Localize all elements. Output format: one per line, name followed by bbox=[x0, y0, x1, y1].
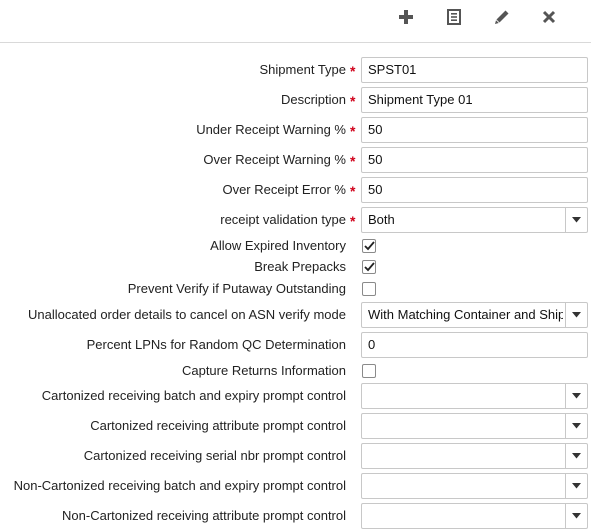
caret-down-icon bbox=[572, 423, 581, 429]
select-value bbox=[368, 504, 563, 528]
cart-attribute-row: Cartonized receiving attribute prompt co… bbox=[0, 413, 591, 439]
required-marker: * bbox=[350, 153, 356, 169]
under-receipt-warning-row: Under Receipt Warning % * 50 bbox=[0, 117, 591, 143]
shipment-type-input[interactable]: SPST01 bbox=[361, 57, 588, 83]
caret-down-icon bbox=[572, 483, 581, 489]
caret-down-icon bbox=[572, 393, 581, 399]
dropdown-arrow[interactable] bbox=[565, 474, 587, 498]
plus-icon bbox=[399, 10, 413, 24]
prevent-verify-row: Prevent Verify if Putaway Outstanding bbox=[0, 279, 591, 299]
noncart-batch-expiry-row: Non-Cartonized receiving batch and expir… bbox=[0, 473, 591, 499]
cart-attribute-select[interactable] bbox=[361, 413, 588, 439]
required-marker: * bbox=[350, 213, 356, 229]
unallocated-cancel-mode-select[interactable]: With Matching Container and Shipment bbox=[361, 302, 588, 328]
close-icon bbox=[542, 10, 556, 24]
caret-down-icon bbox=[572, 217, 581, 223]
break-prepacks-row: Break Prepacks bbox=[0, 257, 591, 277]
cart-serial-select[interactable] bbox=[361, 443, 588, 469]
allow-expired-inventory-checkbox[interactable] bbox=[362, 239, 376, 253]
select-value: With Matching Container and Shipment bbox=[368, 307, 563, 322]
over-receipt-error-label: Over Receipt Error % bbox=[222, 182, 346, 197]
description-row: Description * Shipment Type 01 bbox=[0, 87, 591, 113]
cart-batch-expiry-select[interactable] bbox=[361, 383, 588, 409]
noncart-attribute-row: Non-Cartonized receiving attribute promp… bbox=[0, 503, 591, 529]
prevent-verify-label: Prevent Verify if Putaway Outstanding bbox=[127, 281, 346, 296]
under-receipt-warning-label: Under Receipt Warning % bbox=[196, 122, 346, 137]
receipt-validation-type-label: receipt validation type bbox=[220, 212, 346, 227]
capture-returns-label: Capture Returns Information bbox=[181, 363, 346, 378]
description-input[interactable]: Shipment Type 01 bbox=[361, 87, 588, 113]
noncart-attribute-select[interactable] bbox=[361, 503, 588, 529]
shipment-type-row: Shipment Type * SPST01 bbox=[0, 57, 591, 83]
unallocated-cancel-mode-row: Unallocated order details to cancel on A… bbox=[0, 302, 591, 328]
toolbar bbox=[0, 0, 591, 43]
dropdown-arrow[interactable] bbox=[565, 303, 587, 327]
edit-button[interactable] bbox=[489, 6, 515, 28]
capture-returns-checkbox[interactable] bbox=[362, 364, 376, 378]
break-prepacks-checkbox[interactable] bbox=[362, 260, 376, 274]
over-receipt-warning-row: Over Receipt Warning % * 50 bbox=[0, 147, 591, 173]
checkmark-icon bbox=[363, 262, 375, 272]
cart-serial-label: Cartonized receiving serial nbr prompt c… bbox=[83, 448, 346, 463]
cart-serial-row: Cartonized receiving serial nbr prompt c… bbox=[0, 443, 591, 469]
description-label: Description bbox=[280, 92, 346, 107]
required-marker: * bbox=[350, 93, 356, 109]
receipt-validation-type-row: receipt validation type * Both bbox=[0, 207, 591, 233]
required-marker: * bbox=[350, 123, 356, 139]
under-receipt-warning-input[interactable]: 50 bbox=[361, 117, 588, 143]
checkmark-icon bbox=[363, 241, 375, 251]
select-value: Both bbox=[368, 212, 395, 227]
over-receipt-error-row: Over Receipt Error % * 50 bbox=[0, 177, 591, 203]
dropdown-arrow[interactable] bbox=[565, 444, 587, 468]
dropdown-arrow[interactable] bbox=[565, 208, 587, 232]
required-marker: * bbox=[350, 63, 356, 79]
capture-returns-row: Capture Returns Information bbox=[0, 361, 591, 381]
document-icon bbox=[447, 9, 461, 25]
noncart-batch-expiry-label: Non-Cartonized receiving batch and expir… bbox=[13, 478, 346, 493]
select-value bbox=[368, 474, 563, 498]
break-prepacks-label: Break Prepacks bbox=[254, 259, 346, 274]
percent-lpns-qc-input[interactable]: 0 bbox=[361, 332, 588, 358]
caret-down-icon bbox=[572, 453, 581, 459]
noncart-attribute-label: Non-Cartonized receiving attribute promp… bbox=[62, 508, 346, 523]
select-value bbox=[368, 414, 563, 438]
over-receipt-warning-input[interactable]: 50 bbox=[361, 147, 588, 173]
select-value bbox=[368, 384, 563, 408]
percent-lpns-qc-row: Percent LPNs for Random QC Determination… bbox=[0, 332, 591, 358]
allow-expired-inventory-label: Allow Expired Inventory bbox=[210, 238, 346, 253]
cart-batch-expiry-row: Cartonized receiving batch and expiry pr… bbox=[0, 383, 591, 409]
unallocated-cancel-mode-label: Unallocated order details to cancel on A… bbox=[28, 307, 346, 322]
dropdown-arrow[interactable] bbox=[565, 384, 587, 408]
receipt-validation-type-select[interactable]: Both bbox=[361, 207, 588, 233]
close-button[interactable] bbox=[536, 6, 562, 28]
add-button[interactable] bbox=[393, 6, 419, 28]
dropdown-arrow[interactable] bbox=[565, 504, 587, 528]
dropdown-arrow[interactable] bbox=[565, 414, 587, 438]
caret-down-icon bbox=[572, 312, 581, 318]
noncart-batch-expiry-select[interactable] bbox=[361, 473, 588, 499]
allow-expired-inventory-row: Allow Expired Inventory bbox=[0, 236, 591, 256]
prevent-verify-checkbox[interactable] bbox=[362, 282, 376, 296]
details-button[interactable] bbox=[441, 6, 467, 28]
cart-attribute-label: Cartonized receiving attribute prompt co… bbox=[90, 418, 346, 433]
shipment-type-label: Shipment Type bbox=[259, 62, 346, 77]
select-value bbox=[368, 444, 563, 468]
cart-batch-expiry-label: Cartonized receiving batch and expiry pr… bbox=[41, 388, 346, 403]
over-receipt-error-input[interactable]: 50 bbox=[361, 177, 588, 203]
pencil-icon bbox=[495, 10, 509, 24]
over-receipt-warning-label: Over Receipt Warning % bbox=[203, 152, 346, 167]
caret-down-icon bbox=[572, 513, 581, 519]
percent-lpns-qc-label: Percent LPNs for Random QC Determination bbox=[86, 337, 346, 352]
required-marker: * bbox=[350, 183, 356, 199]
